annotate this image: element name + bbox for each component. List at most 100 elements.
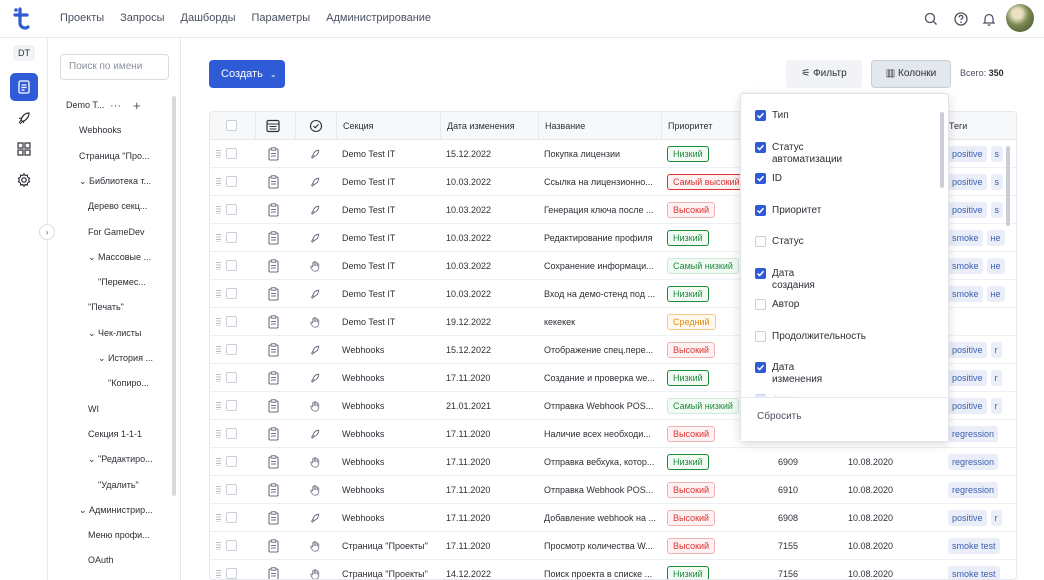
- row-checkbox[interactable]: [226, 428, 237, 439]
- name-cell[interactable]: Сохранение информаци...: [544, 252, 661, 280]
- collapse-panel-button[interactable]: ›: [39, 224, 55, 240]
- select-all-checkbox[interactable]: [226, 120, 237, 131]
- column-checkbox[interactable]: [755, 173, 766, 184]
- tags-column-header[interactable]: Теги: [942, 112, 1016, 140]
- drag-handle-icon[interactable]: [216, 430, 221, 438]
- row-checkbox[interactable]: [226, 372, 237, 383]
- row-checkbox[interactable]: [226, 204, 237, 215]
- filter-button[interactable]: ⚟ Фильтр: [786, 60, 862, 88]
- drag-handle-icon[interactable]: [216, 374, 221, 382]
- drag-handle-icon[interactable]: [216, 458, 221, 466]
- drag-handle-icon[interactable]: [216, 514, 221, 522]
- row-checkbox[interactable]: [226, 344, 237, 355]
- reset-button[interactable]: Сбросить: [757, 411, 801, 422]
- tree-item[interactable]: Дерево секц...: [88, 201, 147, 211]
- name-cell[interactable]: Наличие всех необходи...: [544, 420, 661, 448]
- column-checkbox[interactable]: [755, 204, 766, 216]
- create-button[interactable]: Создать ⌄: [209, 60, 285, 88]
- tree-item[interactable]: WI: [88, 404, 99, 414]
- tree-item[interactable]: ⌄ "Редактиро...: [88, 454, 153, 465]
- row-checkbox[interactable]: [226, 568, 237, 579]
- tree-item[interactable]: OAuth: [88, 555, 114, 565]
- name-cell[interactable]: Генерация ключа после ...: [544, 196, 661, 224]
- nav-requests[interactable]: Запросы: [120, 12, 164, 24]
- tree-item[interactable]: ⌄ История ...: [98, 353, 153, 364]
- tree-item[interactable]: "Печать": [88, 302, 124, 312]
- name-cell[interactable]: Добавление webhook на ...: [544, 504, 661, 532]
- nav-projects[interactable]: Проекты: [60, 12, 104, 24]
- tree-item[interactable]: ⌄ Массовые ...: [88, 252, 151, 263]
- table-row[interactable]: Webhooks 17.11.2020 Отправка вебхука, кото…: [210, 448, 1016, 476]
- user-avatar[interactable]: [1006, 4, 1034, 32]
- name-cell[interactable]: кекекек: [544, 308, 661, 336]
- priority-column-header[interactable]: Приоритет: [661, 112, 741, 140]
- tree-item[interactable]: ⌄ Чек-листы: [88, 328, 141, 339]
- row-checkbox[interactable]: [226, 400, 237, 411]
- table-row[interactable]: Webhooks 17.11.2020 Добавление webhook на …: [210, 504, 1016, 532]
- automation-column-header[interactable]: [295, 112, 336, 140]
- table-scrollbar[interactable]: [1006, 146, 1010, 226]
- section-column-header[interactable]: Секция: [336, 112, 440, 140]
- row-checkbox[interactable]: [226, 316, 237, 327]
- modified-column-header[interactable]: Дата изменения: [440, 112, 538, 140]
- name-cell[interactable]: Редактирование профиля: [544, 224, 661, 252]
- name-cell[interactable]: Отправка Webhook POS...: [544, 392, 661, 420]
- column-checkbox[interactable]: [755, 141, 766, 153]
- tree-item[interactable]: "Перемес...: [98, 277, 146, 287]
- add-section-icon[interactable]: +: [133, 98, 141, 113]
- drag-handle-icon[interactable]: [216, 402, 221, 410]
- column-checkbox[interactable]: [755, 267, 766, 279]
- name-cell[interactable]: Покупка лицензии: [544, 140, 661, 168]
- table-row[interactable]: Страница "Проекты" 17.11.2020 Просмотр кол…: [210, 532, 1016, 560]
- columns-dropdown-scrollbar[interactable]: [940, 112, 944, 188]
- rail-item-library[interactable]: [10, 73, 38, 101]
- drag-handle-icon[interactable]: [216, 178, 221, 186]
- name-cell[interactable]: Отображение спец.пере...: [544, 336, 661, 364]
- table-row[interactable]: Страница "Проекты" 14.12.2022 Поиск проект…: [210, 560, 1016, 579]
- drag-handle-icon[interactable]: [216, 206, 221, 214]
- name-cell[interactable]: Поиск проекта в списке ...: [544, 560, 661, 579]
- table-row[interactable]: Webhooks 17.11.2020 Отправка Webhook POS..…: [210, 476, 1016, 504]
- name-cell[interactable]: Вход на демо-стенд под ...: [544, 280, 661, 308]
- tree-search-input[interactable]: Поиск по имени: [60, 54, 169, 80]
- name-cell[interactable]: Создание и проверка we...: [544, 364, 661, 392]
- drag-handle-icon[interactable]: [216, 346, 221, 354]
- tree-item[interactable]: For GameDev: [88, 227, 145, 237]
- name-cell[interactable]: Отправка Webhook POS...: [544, 476, 661, 504]
- rail-item-settings[interactable]: [10, 166, 38, 194]
- drag-handle-icon[interactable]: [216, 150, 221, 158]
- drag-handle-icon[interactable]: [216, 542, 221, 550]
- more-icon[interactable]: ···: [110, 100, 121, 112]
- search-icon[interactable]: [923, 11, 939, 27]
- name-cell[interactable]: Отправка вебхука, котор...: [544, 448, 661, 476]
- drag-handle-icon[interactable]: [216, 486, 221, 494]
- name-column-header[interactable]: Название: [538, 112, 661, 140]
- row-checkbox[interactable]: [226, 456, 237, 467]
- row-checkbox[interactable]: [226, 260, 237, 271]
- drag-handle-icon[interactable]: [216, 318, 221, 326]
- drag-handle-icon[interactable]: [216, 570, 221, 578]
- row-checkbox[interactable]: [226, 232, 237, 243]
- column-checkbox[interactable]: [755, 362, 766, 373]
- tree-item[interactable]: "Копиро...: [108, 378, 149, 388]
- drag-handle-icon[interactable]: [216, 262, 221, 270]
- drag-handle-icon[interactable]: [216, 234, 221, 242]
- rail-item-dashboards[interactable]: [10, 135, 38, 163]
- app-logo[interactable]: [11, 7, 33, 31]
- project-code-badge[interactable]: DT: [13, 45, 35, 61]
- tree-item[interactable]: Секция 1-1-1: [88, 429, 142, 439]
- row-checkbox[interactable]: [226, 148, 237, 159]
- row-checkbox[interactable]: [226, 484, 237, 495]
- column-checkbox[interactable]: [755, 299, 766, 310]
- row-checkbox[interactable]: [226, 176, 237, 187]
- bell-icon[interactable]: [981, 11, 997, 27]
- row-checkbox[interactable]: [226, 540, 237, 551]
- nav-dashboards[interactable]: Дашборды: [181, 12, 236, 24]
- help-icon[interactable]: [953, 11, 969, 27]
- columns-button[interactable]: ▥ Колонки: [871, 60, 951, 88]
- name-cell[interactable]: Просмотр количества W...: [544, 532, 661, 560]
- nav-parameters[interactable]: Параметры: [252, 12, 311, 24]
- tree-item[interactable]: Demo T...: [66, 100, 104, 110]
- drag-handle-icon[interactable]: [216, 290, 221, 298]
- tree-item[interactable]: ⌄ Администрир...: [79, 505, 153, 516]
